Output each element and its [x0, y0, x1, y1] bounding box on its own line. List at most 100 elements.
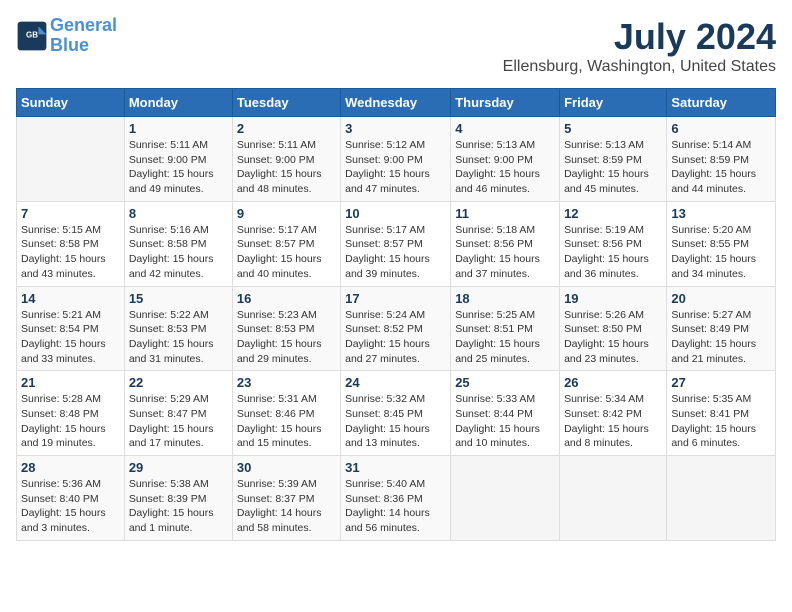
calendar-cell: [451, 456, 560, 541]
calendar-cell: 30 Sunrise: 5:39 AMSunset: 8:37 PMDayligh…: [232, 456, 340, 541]
weekday-header-thursday: Thursday: [451, 89, 560, 117]
day-number: 17: [345, 291, 446, 306]
day-info: Sunrise: 5:16 AMSunset: 8:58 PMDaylight:…: [129, 223, 228, 282]
svg-text:GB: GB: [26, 30, 38, 39]
day-number: 27: [671, 375, 771, 390]
day-info: Sunrise: 5:19 AMSunset: 8:56 PMDaylight:…: [564, 223, 662, 282]
calendar-cell: 5 Sunrise: 5:13 AMSunset: 8:59 PMDaylight…: [560, 117, 667, 202]
calendar-cell: 23 Sunrise: 5:31 AMSunset: 8:46 PMDayligh…: [232, 371, 340, 456]
day-info: Sunrise: 5:26 AMSunset: 8:50 PMDaylight:…: [564, 308, 662, 367]
calendar-cell: 19Sunrise: 5:26 AMSunset: 8:50 PMDayligh…: [560, 286, 667, 371]
calendar-cell: 31 Sunrise: 5:40 AMSunset: 8:36 PMDayligh…: [341, 456, 451, 541]
calendar-cell: 24 Sunrise: 5:32 AMSunset: 8:45 PMDayligh…: [341, 371, 451, 456]
day-number: 11: [455, 206, 555, 221]
day-info: Sunrise: 5:20 AMSunset: 8:55 PMDaylight:…: [671, 223, 771, 282]
day-info: Sunrise: 5:39 AMSunset: 8:37 PMDaylight:…: [237, 477, 336, 536]
day-info: Sunrise: 5:15 AMSunset: 8:58 PMDaylight:…: [21, 223, 120, 282]
calendar-cell: 10 Sunrise: 5:17 AMSunset: 8:57 PMDayligh…: [341, 201, 451, 286]
calendar-cell: 18 Sunrise: 5:25 AMSunset: 8:51 PMDayligh…: [451, 286, 560, 371]
weekday-header-saturday: Saturday: [667, 89, 776, 117]
calendar-cell: 12 Sunrise: 5:19 AMSunset: 8:56 PMDayligh…: [560, 201, 667, 286]
calendar-cell: 26 Sunrise: 5:34 AMSunset: 8:42 PMDayligh…: [560, 371, 667, 456]
day-info: Sunrise: 5:34 AMSunset: 8:42 PMDaylight:…: [564, 392, 662, 451]
calendar-cell: 6 Sunrise: 5:14 AMSunset: 8:59 PMDaylight…: [667, 117, 776, 202]
calendar-cell: 3Sunrise: 5:12 AMSunset: 9:00 PMDaylight…: [341, 117, 451, 202]
title-block: July 2024 Ellensburg, Washington, United…: [503, 16, 776, 76]
calendar-cell: [667, 456, 776, 541]
weekday-header-sunday: Sunday: [17, 89, 125, 117]
calendar-cell: 27 Sunrise: 5:35 AMSunset: 8:41 PMDayligh…: [667, 371, 776, 456]
location: Ellensburg, Washington, United States: [503, 58, 776, 76]
day-number: 28: [21, 460, 120, 475]
calendar-cell: [560, 456, 667, 541]
calendar-week-row: 1Sunrise: 5:11 AMSunset: 9:00 PMDaylight…: [17, 117, 776, 202]
day-number: 15: [129, 291, 228, 306]
day-info: Sunrise: 5:18 AMSunset: 8:56 PMDaylight:…: [455, 223, 555, 282]
calendar-cell: 29 Sunrise: 5:38 AMSunset: 8:39 PMDayligh…: [124, 456, 232, 541]
day-number: 26: [564, 375, 662, 390]
day-info: Sunrise: 5:31 AMSunset: 8:46 PMDaylight:…: [237, 392, 336, 451]
calendar-cell: 20Sunrise: 5:27 AMSunset: 8:49 PMDayligh…: [667, 286, 776, 371]
calendar-cell: 14 Sunrise: 5:21 AMSunset: 8:54 PMDayligh…: [17, 286, 125, 371]
day-info: Sunrise: 5:40 AMSunset: 8:36 PMDaylight:…: [345, 477, 446, 536]
calendar-cell: 4Sunrise: 5:13 AMSunset: 9:00 PMDaylight…: [451, 117, 560, 202]
calendar-week-row: 7 Sunrise: 5:15 AMSunset: 8:58 PMDaylight…: [17, 201, 776, 286]
calendar-cell: 21Sunrise: 5:28 AMSunset: 8:48 PMDayligh…: [17, 371, 125, 456]
day-info: Sunrise: 5:21 AMSunset: 8:54 PMDaylight:…: [21, 308, 120, 367]
calendar-cell: 1Sunrise: 5:11 AMSunset: 9:00 PMDaylight…: [124, 117, 232, 202]
weekday-header-friday: Friday: [560, 89, 667, 117]
day-number: 25: [455, 375, 555, 390]
day-info: Sunrise: 5:14 AMSunset: 8:59 PMDaylight:…: [671, 138, 771, 197]
day-number: 22: [129, 375, 228, 390]
calendar-week-row: 28 Sunrise: 5:36 AMSunset: 8:40 PMDayligh…: [17, 456, 776, 541]
calendar-cell: 9Sunrise: 5:17 AMSunset: 8:57 PMDaylight…: [232, 201, 340, 286]
day-info: Sunrise: 5:38 AMSunset: 8:39 PMDaylight:…: [129, 477, 228, 536]
day-number: 14: [21, 291, 120, 306]
day-number: 7: [21, 206, 120, 221]
weekday-header-monday: Monday: [124, 89, 232, 117]
calendar-table: SundayMondayTuesdayWednesdayThursdayFrid…: [16, 88, 776, 541]
weekday-header-tuesday: Tuesday: [232, 89, 340, 117]
day-number: 31: [345, 460, 446, 475]
day-number: 18: [455, 291, 555, 306]
day-info: Sunrise: 5:35 AMSunset: 8:41 PMDaylight:…: [671, 392, 771, 451]
day-number: 1: [129, 121, 228, 136]
day-number: 29: [129, 460, 228, 475]
day-info: Sunrise: 5:23 AMSunset: 8:53 PMDaylight:…: [237, 308, 336, 367]
day-number: 20: [671, 291, 771, 306]
day-number: 24: [345, 375, 446, 390]
day-info: Sunrise: 5:24 AMSunset: 8:52 PMDaylight:…: [345, 308, 446, 367]
day-info: Sunrise: 5:25 AMSunset: 8:51 PMDaylight:…: [455, 308, 555, 367]
weekday-header-wednesday: Wednesday: [341, 89, 451, 117]
day-info: Sunrise: 5:36 AMSunset: 8:40 PMDaylight:…: [21, 477, 120, 536]
calendar-cell: 11 Sunrise: 5:18 AMSunset: 8:56 PMDayligh…: [451, 201, 560, 286]
logo: GB General Blue: [16, 16, 117, 56]
day-number: 30: [237, 460, 336, 475]
logo-icon: GB: [16, 20, 48, 52]
day-number: 16: [237, 291, 336, 306]
calendar-cell: [17, 117, 125, 202]
day-info: Sunrise: 5:12 AMSunset: 9:00 PMDaylight:…: [345, 138, 446, 197]
day-info: Sunrise: 5:13 AMSunset: 8:59 PMDaylight:…: [564, 138, 662, 197]
day-number: 10: [345, 206, 446, 221]
day-number: 9: [237, 206, 336, 221]
day-info: Sunrise: 5:22 AMSunset: 8:53 PMDaylight:…: [129, 308, 228, 367]
calendar-cell: 2Sunrise: 5:11 AMSunset: 9:00 PMDaylight…: [232, 117, 340, 202]
calendar-cell: 22Sunrise: 5:29 AMSunset: 8:47 PMDayligh…: [124, 371, 232, 456]
day-number: 5: [564, 121, 662, 136]
calendar-cell: 8Sunrise: 5:16 AMSunset: 8:58 PMDaylight…: [124, 201, 232, 286]
day-number: 2: [237, 121, 336, 136]
day-info: Sunrise: 5:32 AMSunset: 8:45 PMDaylight:…: [345, 392, 446, 451]
calendar-cell: 17 Sunrise: 5:24 AMSunset: 8:52 PMDayligh…: [341, 286, 451, 371]
day-number: 23: [237, 375, 336, 390]
calendar-cell: 28 Sunrise: 5:36 AMSunset: 8:40 PMDayligh…: [17, 456, 125, 541]
day-number: 6: [671, 121, 771, 136]
calendar-cell: 15 Sunrise: 5:22 AMSunset: 8:53 PMDayligh…: [124, 286, 232, 371]
calendar-cell: 13Sunrise: 5:20 AMSunset: 8:55 PMDayligh…: [667, 201, 776, 286]
calendar-week-row: 14 Sunrise: 5:21 AMSunset: 8:54 PMDayligh…: [17, 286, 776, 371]
day-number: 12: [564, 206, 662, 221]
calendar-week-row: 21Sunrise: 5:28 AMSunset: 8:48 PMDayligh…: [17, 371, 776, 456]
day-number: 4: [455, 121, 555, 136]
day-info: Sunrise: 5:17 AMSunset: 8:57 PMDaylight:…: [345, 223, 446, 282]
calendar-cell: 16 Sunrise: 5:23 AMSunset: 8:53 PMDayligh…: [232, 286, 340, 371]
